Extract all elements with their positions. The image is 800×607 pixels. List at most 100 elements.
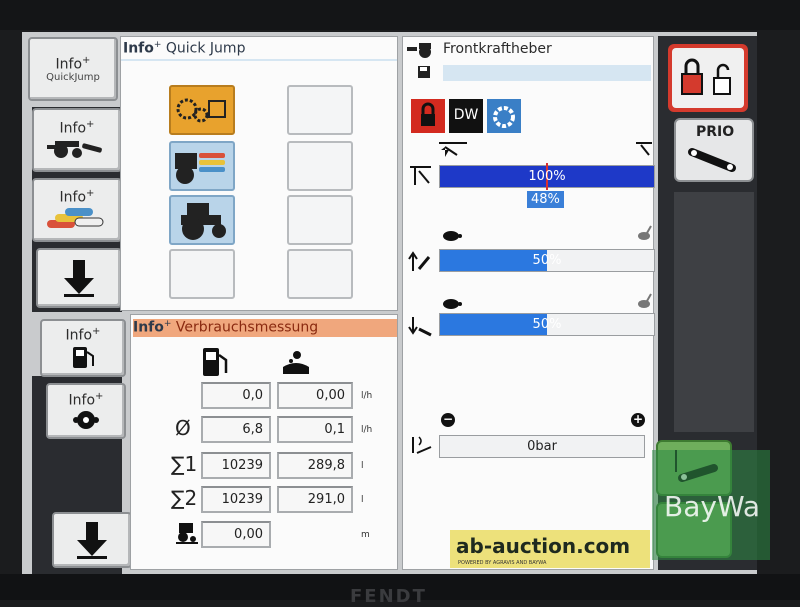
title-prefix: Info <box>133 319 164 336</box>
tractor-valves-icon <box>175 153 225 184</box>
info-hitch-button[interactable]: Info+ <box>46 383 126 439</box>
info-tractor-button[interactable]: Info+ <box>32 108 122 172</box>
hitch-coupling-icon <box>73 410 99 429</box>
info-label: Info <box>55 56 83 73</box>
info-hydraulics-button[interactable]: Info+ <box>32 178 122 242</box>
info-plus: + <box>95 391 104 403</box>
baywa-watermark: BayWa <box>652 450 770 560</box>
turtle-slow-icon <box>443 299 462 309</box>
position-percent: 100% <box>528 169 566 184</box>
info-fuel-button[interactable]: Info+ <box>40 319 126 377</box>
lift-speed-icon <box>408 251 431 271</box>
unit-label: l <box>361 461 364 471</box>
total1-label: ∑1 <box>171 452 198 476</box>
quickjump-label: QuickJump <box>46 72 100 84</box>
upper-limit-icon <box>636 142 652 156</box>
info-quickjump-button[interactable]: Info+ QuickJump <box>28 37 118 101</box>
damping-indicator <box>487 99 521 133</box>
fuel-pump-icon <box>203 348 228 376</box>
unit-label: l/h <box>361 391 373 401</box>
prio-button[interactable]: PRIO <box>674 118 754 182</box>
info-label: Info <box>59 189 87 206</box>
bezel-top <box>0 0 800 30</box>
position-control-icon <box>410 166 431 185</box>
lock-status <box>411 99 445 133</box>
quickjump-empty-tile[interactable] <box>287 195 353 245</box>
fuel-average-field: 6,8 <box>201 416 271 443</box>
def-current-field: 0,00 <box>277 382 353 409</box>
title-text: Quick Jump <box>165 40 246 57</box>
info-label: Info <box>59 120 87 137</box>
def-average-field: 0,1 <box>277 416 353 443</box>
bezel-brand-logo: FENDT <box>350 586 427 607</box>
pressure-plus-button[interactable]: + <box>631 413 645 427</box>
double-acting-indicator: DW <box>449 99 483 133</box>
lower-speed-icon <box>408 317 432 337</box>
average-label: Ø <box>175 416 191 440</box>
consumption-title: Info+ Verbrauchsmessung <box>133 319 397 337</box>
arrow-down-icon <box>64 260 94 297</box>
fuel-current-field: 0,0 <box>201 382 271 409</box>
title-underline <box>121 59 397 61</box>
quickjump-empty-tile[interactable] <box>287 249 353 299</box>
quickjump-transmission-tile[interactable] <box>169 85 235 135</box>
scroll-down-lower-button[interactable] <box>52 512 132 568</box>
info-plus: + <box>82 54 91 66</box>
tractor-hitch-icon <box>47 140 102 158</box>
fuel-total1-field: 10239 <box>201 452 271 479</box>
unit-label: l/h <box>361 425 373 435</box>
info-plus: + <box>86 188 95 200</box>
info-label: Info <box>68 392 96 409</box>
quickjump-hydraulics-tile[interactable] <box>169 141 235 191</box>
quickjump-tractor-tile[interactable] <box>169 195 235 245</box>
total2-label: ∑2 <box>171 486 198 510</box>
hitch-arm-icon <box>688 148 736 172</box>
relief-pressure-icon <box>412 436 432 454</box>
pressure-minus-button[interactable]: − <box>441 413 455 427</box>
auction-watermark: ab-auction.com POWERED BY AGRAVIS AND BA… <box>450 530 650 568</box>
rabbit-fast-icon <box>638 225 652 240</box>
scroll-down-upper-button[interactable] <box>36 248 122 308</box>
terminal-screen: Info+ QuickJump Info+ Info+ Info+ Info+ … <box>22 32 757 574</box>
front-hitch-panel: Frontkraftheber DW 100% 48% 50% 50% − + … <box>402 36 655 570</box>
hitch-lock-button[interactable] <box>668 44 748 112</box>
title-underline <box>443 65 651 81</box>
lift-speed-bar[interactable]: 50% <box>439 249 655 272</box>
fuel-pump-icon <box>73 346 94 368</box>
hydraulic-valves-icon <box>47 207 104 228</box>
def-total1-field: 289,8 <box>277 452 353 479</box>
save-icon[interactable] <box>417 65 431 79</box>
title-plus: + <box>153 40 162 50</box>
right-empty-slot <box>674 192 754 432</box>
info-label: Info <box>65 327 93 344</box>
unit-label: m <box>361 530 370 540</box>
lift-speed-percent: 50% <box>532 253 562 268</box>
lock-unlock-icon <box>681 58 731 95</box>
gears-engine-icon <box>176 98 226 123</box>
quickjump-empty-tile[interactable] <box>169 249 235 299</box>
title-plus: + <box>163 319 172 329</box>
quick-jump-panel: Info+ Quick Jump <box>120 36 398 311</box>
def-total2-field: 291,0 <box>277 486 353 513</box>
turtle-slow-icon <box>443 231 462 241</box>
position-bar[interactable]: 100% <box>439 163 655 190</box>
lower-speed-bar[interactable]: 50% <box>439 313 655 336</box>
arrow-down-icon <box>77 522 107 559</box>
unit-label: l <box>361 495 364 505</box>
baywa-logo-text: BayWa <box>664 490 760 523</box>
consumption-panel: Info+ Verbrauchsmessung 0,0 0,00 l/h Ø 6… <box>130 314 398 570</box>
info-plus: + <box>92 326 101 338</box>
fuel-total2-field: 10239 <box>201 486 271 513</box>
pressure-bar[interactable]: 0bar <box>439 435 645 458</box>
tractor-icon <box>181 203 226 240</box>
front-hitch-title: Frontkraftheber <box>443 41 552 57</box>
front-hitch-icon <box>407 43 431 58</box>
quick-jump-title: Info+ Quick Jump <box>123 40 245 57</box>
quickjump-empty-tile[interactable] <box>287 141 353 191</box>
adblue-tank-icon <box>283 351 309 374</box>
lock-icon <box>421 102 435 126</box>
distance-field: 0,00 <box>201 521 271 548</box>
auction-subtext: POWERED BY AGRAVIS AND BAYWA <box>458 560 547 566</box>
prio-label: PRIO <box>696 124 735 140</box>
quickjump-empty-tile[interactable] <box>287 85 353 135</box>
